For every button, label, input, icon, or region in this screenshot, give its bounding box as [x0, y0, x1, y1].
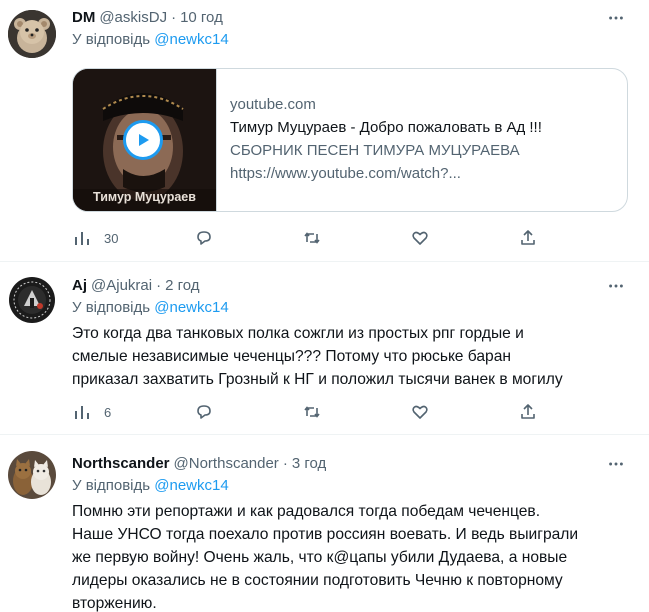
tweet[interactable]: Northscander @Northscander · 3 год У від… — [0, 435, 649, 612]
tweet-text-line: приказал захватить Грозный к НГ и положи… — [72, 371, 563, 388]
share-button[interactable] — [518, 224, 538, 252]
reply-prefix: У відповідь — [72, 299, 151, 316]
timestamp[interactable]: 2 год — [165, 276, 199, 296]
card-url: https://www.youtube.com/watch?... — [230, 165, 461, 182]
separator-dot: · — [282, 455, 288, 472]
avatar[interactable] — [8, 451, 56, 499]
views-icon — [75, 406, 89, 419]
timestamp[interactable]: 3 год — [292, 454, 326, 474]
views-button[interactable]: 30 — [72, 224, 118, 252]
share-icon — [521, 404, 535, 419]
tweet[interactable]: DM @askisDJ · 10 год У відповідь @newkc1… — [0, 0, 649, 262]
tweet-text-line: Это когда два танковых полка сожгли из п… — [72, 325, 524, 342]
reply-prefix: У відповідь — [72, 477, 151, 494]
reply-button[interactable] — [194, 398, 214, 426]
tweet[interactable]: Aj @Ajukrai · 2 год У відповідь @newkc14… — [0, 262, 649, 435]
views-count: 6 — [104, 404, 112, 420]
card-domain: youtube.com — [230, 96, 316, 113]
separator-dot: · — [171, 9, 177, 26]
reply-to-link[interactable]: @newkc14 — [154, 299, 228, 316]
like-icon — [412, 231, 428, 245]
more-button[interactable] — [599, 454, 633, 474]
reply-to-link[interactable]: @newkc14 — [154, 477, 228, 494]
tweet-header: DM @askisDJ · 10 год — [72, 8, 633, 28]
user-handle[interactable]: @Ajukrai — [91, 276, 152, 296]
reply-context: У відповідь @newkc14 — [72, 476, 633, 496]
like-button[interactable] — [410, 398, 430, 426]
reply-prefix: У відповідь — [72, 31, 151, 48]
like-icon — [412, 405, 428, 419]
retweet-button[interactable] — [302, 398, 322, 426]
more-button[interactable] — [599, 8, 633, 28]
tweet-text-line: же первую войну! Очень жаль, что к@цапы … — [72, 549, 568, 566]
separator-dot: · — [156, 277, 162, 294]
display-name[interactable]: Northscander — [72, 454, 170, 474]
tweet-text: Это когда два танковых полка сожгли из п… — [72, 322, 633, 391]
avatar[interactable] — [8, 10, 56, 58]
avatar[interactable] — [8, 276, 56, 324]
retweet-icon — [304, 406, 320, 418]
tweet-text: Помню эти репортажи и как радовался тогд… — [72, 500, 633, 612]
like-button[interactable] — [410, 224, 430, 252]
views-button[interactable]: 6 — [72, 398, 111, 426]
reply-context: У відповідь @newkc14 — [72, 298, 633, 318]
more-icon — [609, 16, 623, 20]
emblem-avatar-image — [8, 276, 56, 324]
tweet-text-line: лидеры оказались не в состоянии подготов… — [72, 572, 563, 589]
display-name[interactable]: DM — [72, 8, 95, 28]
thumbnail-caption: Тимур Муцураев — [93, 190, 196, 204]
share-button[interactable] — [518, 398, 538, 426]
share-icon — [521, 230, 535, 245]
teddy-bear-avatar-image — [8, 10, 56, 58]
tweet-header: Aj @Ajukrai · 2 год — [72, 276, 633, 296]
cats-avatar-image — [8, 451, 56, 499]
views-count: 30 — [104, 230, 119, 246]
tweet-text-line: смелые независимые чеченцы??? Потому что… — [72, 348, 511, 365]
tweet-header: Northscander @Northscander · 3 год — [72, 454, 633, 474]
card-title: Тимур Муцураев - Добро пожаловать в Ад !… — [230, 119, 542, 136]
reply-button[interactable] — [194, 224, 214, 252]
reply-icon — [197, 405, 211, 419]
play-icon — [139, 134, 149, 146]
tweet-actions: 30 — [72, 224, 633, 252]
reply-context: У відповідь @newkc14 — [72, 30, 633, 50]
views-icon — [75, 232, 89, 245]
video-thumbnail[interactable]: Тимур Муцураев — [73, 69, 217, 211]
reply-to-link[interactable]: @newkc14 — [154, 31, 228, 48]
more-icon — [609, 462, 623, 466]
timestamp[interactable]: 10 год — [180, 8, 223, 28]
tweet-text-line: вторжению. — [72, 595, 157, 612]
more-icon — [609, 284, 623, 288]
tweet-text-line: Помню эти репортажи и как радовался тогд… — [72, 503, 541, 520]
user-handle[interactable]: @askisDJ — [99, 8, 167, 28]
display-name[interactable]: Aj — [72, 276, 87, 296]
link-preview-card[interactable]: Тимур Муцураев youtube.com Тимур Муцурае… — [72, 68, 628, 212]
tweet-actions: 6 — [72, 398, 633, 426]
card-text: youtube.com Тимур Муцураев - Добро пожал… — [230, 93, 615, 185]
reply-icon — [197, 231, 211, 245]
retweet-icon — [304, 232, 320, 244]
retweet-button[interactable] — [302, 224, 322, 252]
play-button[interactable] — [123, 120, 163, 160]
user-handle[interactable]: @Northscander — [174, 454, 279, 474]
more-button[interactable] — [599, 276, 633, 296]
card-description: СБОРНИК ПЕСЕН ТИМУРА МУЦУРАЕВА — [230, 142, 520, 159]
tweet-text-line: Наше УНСО тогда поехало против россиян в… — [72, 526, 579, 543]
